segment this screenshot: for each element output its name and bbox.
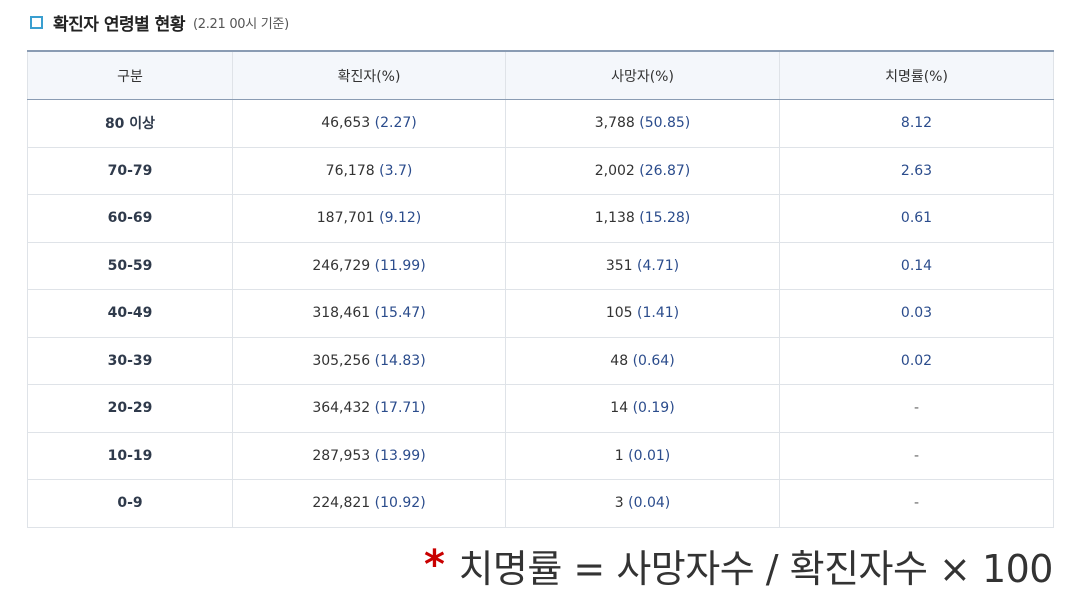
deaths-percent: (4.71) bbox=[637, 257, 680, 274]
deaths-percent: (15.28) bbox=[639, 210, 691, 227]
deaths-count: 3,788 bbox=[594, 115, 635, 132]
fatality-cell: 0.02 bbox=[779, 336, 1054, 385]
confirmed-count: 318,461 bbox=[312, 305, 371, 322]
deaths-count: 105 bbox=[605, 305, 633, 322]
confirmed-percent: (13.99) bbox=[374, 447, 426, 464]
deaths-cell: 3 (0.04) bbox=[505, 479, 780, 528]
confirmed-percent: (14.83) bbox=[374, 352, 426, 369]
deaths-percent: (26.87) bbox=[639, 162, 691, 179]
age-group-cell: 50-59 bbox=[27, 241, 233, 290]
confirmed-cell: 364,432 (17.71) bbox=[232, 384, 506, 433]
column-header-deaths: 사망자(%) bbox=[505, 50, 780, 100]
confirmed-cell: 287,953 (13.99) bbox=[232, 431, 506, 480]
section-title: 확진자 연령별 현황 bbox=[53, 14, 185, 35]
deaths-cell: 105 (1.41) bbox=[505, 289, 780, 338]
age-group-cell: 10-19 bbox=[27, 431, 233, 480]
fatality-cell: 8.12 bbox=[779, 99, 1054, 148]
deaths-cell: 48 (0.64) bbox=[505, 336, 780, 385]
square-bullet-icon bbox=[30, 15, 43, 29]
table-body: 80 이상 46,653 (2.27) 3,788 (50.85) 8.12 70-79… bbox=[27, 99, 1054, 528]
deaths-count: 2,002 bbox=[594, 162, 635, 179]
deaths-cell: 1,138 (15.28) bbox=[505, 194, 780, 243]
fatality-cell: - bbox=[779, 384, 1054, 433]
confirmed-percent: (17.71) bbox=[374, 400, 426, 417]
deaths-count: 14 bbox=[610, 400, 629, 417]
confirmed-cell: 246,729 (11.99) bbox=[232, 241, 506, 290]
table-row: 20-29 364,432 (17.71) 14 (0.19) - bbox=[27, 384, 1054, 433]
table-row: 80 이상 46,653 (2.27) 3,788 (50.85) 8.12 bbox=[27, 99, 1054, 148]
column-header-fatality: 치명률(%) bbox=[779, 50, 1054, 100]
deaths-percent: (0.01) bbox=[628, 447, 671, 464]
confirmed-percent: (9.12) bbox=[379, 210, 422, 227]
fatality-cell: 0.61 bbox=[779, 194, 1054, 243]
age-group-cell: 20-29 bbox=[27, 384, 233, 433]
deaths-count: 1,138 bbox=[594, 210, 635, 227]
table-row: 10-19 287,953 (13.99) 1 (0.01) - bbox=[27, 431, 1054, 480]
fatality-cell: - bbox=[779, 479, 1054, 528]
formula-text: 치명률 = 사망자수 / 확진자수 × 100 bbox=[458, 546, 1053, 591]
confirmed-count: 187,701 bbox=[316, 210, 375, 227]
table-row: 40-49 318,461 (15.47) 105 (1.41) 0.03 bbox=[27, 289, 1054, 338]
confirmed-count: 46,653 bbox=[321, 115, 371, 132]
confirmed-percent: (2.27) bbox=[374, 115, 417, 132]
fatality-formula-note: * 치명률 = 사망자수 / 확진자수 × 100 bbox=[424, 540, 1053, 591]
deaths-cell: 14 (0.19) bbox=[505, 384, 780, 433]
confirmed-cell: 46,653 (2.27) bbox=[232, 99, 506, 148]
table-row: 70-79 76,178 (3.7) 2,002 (26.87) 2.63 bbox=[27, 146, 1054, 195]
deaths-percent: (50.85) bbox=[639, 115, 691, 132]
section-subtitle: (2.21 00시 기준) bbox=[192, 16, 289, 32]
age-group-cell: 70-79 bbox=[27, 146, 233, 195]
confirmed-cell: 305,256 (14.83) bbox=[232, 336, 506, 385]
section-header: 확진자 연령별 현황 (2.21 00시 기준) bbox=[30, 10, 289, 35]
age-group-table: 구분 확진자(%) 사망자(%) 치명률(%) 80 이상 46,653 (2.2… bbox=[27, 50, 1054, 528]
age-group-cell: 60-69 bbox=[27, 194, 233, 243]
table-header: 구분 확진자(%) 사망자(%) 치명률(%) bbox=[27, 50, 1054, 100]
deaths-cell: 351 (4.71) bbox=[505, 241, 780, 290]
fatality-cell: 0.14 bbox=[779, 241, 1054, 290]
confirmed-cell: 224,821 (10.92) bbox=[232, 479, 506, 528]
confirmed-cell: 187,701 (9.12) bbox=[232, 194, 506, 243]
confirmed-count: 76,178 bbox=[325, 162, 375, 179]
age-group-cell: 40-49 bbox=[27, 289, 233, 338]
confirmed-count: 305,256 bbox=[312, 352, 371, 369]
fatality-cell: - bbox=[779, 431, 1054, 480]
deaths-percent: (0.64) bbox=[632, 352, 675, 369]
deaths-count: 3 bbox=[614, 495, 624, 512]
confirmed-count: 246,729 bbox=[312, 257, 371, 274]
table-row: 30-39 305,256 (14.83) 48 (0.64) 0.02 bbox=[27, 336, 1054, 385]
column-header-group: 구분 bbox=[27, 50, 233, 100]
confirmed-percent: (11.99) bbox=[374, 257, 426, 274]
table-row: 0-9 224,821 (10.92) 3 (0.04) - bbox=[27, 479, 1054, 528]
fatality-cell: 0.03 bbox=[779, 289, 1054, 338]
deaths-percent: (0.19) bbox=[632, 400, 675, 417]
deaths-count: 351 bbox=[605, 257, 633, 274]
confirmed-count: 224,821 bbox=[312, 495, 371, 512]
table-row: 60-69 187,701 (9.12) 1,138 (15.28) 0.61 bbox=[27, 194, 1054, 243]
column-header-confirmed: 확진자(%) bbox=[232, 50, 506, 100]
deaths-percent: (1.41) bbox=[637, 305, 680, 322]
footnote-asterisk: * bbox=[424, 542, 445, 588]
age-group-cell: 30-39 bbox=[27, 336, 233, 385]
fatality-cell: 2.63 bbox=[779, 146, 1054, 195]
confirmed-percent: (10.92) bbox=[374, 495, 426, 512]
confirmed-cell: 318,461 (15.47) bbox=[232, 289, 506, 338]
deaths-cell: 2,002 (26.87) bbox=[505, 146, 780, 195]
deaths-cell: 3,788 (50.85) bbox=[505, 99, 780, 148]
confirmed-percent: (15.47) bbox=[374, 305, 426, 322]
confirmed-percent: (3.7) bbox=[379, 162, 413, 179]
deaths-count: 1 bbox=[614, 447, 624, 464]
confirmed-cell: 76,178 (3.7) bbox=[232, 146, 506, 195]
age-group-cell: 0-9 bbox=[27, 479, 233, 528]
deaths-count: 48 bbox=[610, 352, 629, 369]
confirmed-count: 287,953 bbox=[312, 447, 371, 464]
age-group-cell: 80 이상 bbox=[27, 99, 233, 148]
table-row: 50-59 246,729 (11.99) 351 (4.71) 0.14 bbox=[27, 241, 1054, 290]
deaths-cell: 1 (0.01) bbox=[505, 431, 780, 480]
confirmed-count: 364,432 bbox=[312, 400, 371, 417]
deaths-percent: (0.04) bbox=[628, 495, 671, 512]
